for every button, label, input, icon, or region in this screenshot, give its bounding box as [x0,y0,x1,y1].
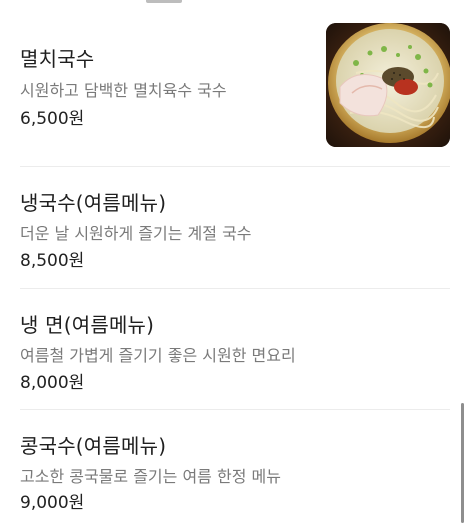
menu-item-name: 냉 면(여름메뉴) [20,313,155,337]
menu-item-photo[interactable] [326,23,450,147]
menu-item-naengmyeon-summer[interactable]: 냉 면(여름메뉴) 여름철 가볍게 즐기기 좋은 시원한 면요리 8,000원 [0,289,466,409]
menu-item-description: 시원하고 담백한 멸치육수 국수 [20,81,227,100]
menu-item-soybean-noodles-summer[interactable]: 콩국수(여름메뉴) 고소한 콩국물로 즐기는 여름 한정 메뉴 9,000원 [0,410,466,525]
menu-item-description: 더운 날 시원하게 즐기는 계절 국수 [20,224,252,243]
menu-item-description: 고소한 콩국물로 즐기는 여름 한정 메뉴 [20,467,281,486]
menu-item-anchovy-noodles[interactable]: 멸치국수 시원하고 담백한 멸치육수 국수 6,500원 [0,0,466,166]
menu-item-name: 콩국수(여름메뉴) [20,434,167,458]
menu-item-name: 냉국수(여름메뉴) [20,191,167,215]
menu-item-cold-noodles-summer[interactable]: 냉국수(여름메뉴) 더운 날 시원하게 즐기는 계절 국수 8,500원 [0,167,466,288]
menu-item-price: 6,500원 [20,109,85,129]
noodle-soup-photo-icon [326,23,450,147]
menu-item-name: 멸치국수 [20,47,95,71]
menu-item-price: 8,500원 [20,251,85,271]
scrollbar[interactable] [461,403,464,523]
menu-item-description: 여름철 가볍게 즐기기 좋은 시원한 면요리 [20,346,296,365]
menu-item-price: 9,000원 [20,493,85,513]
menu-item-price: 8,000원 [20,373,85,393]
